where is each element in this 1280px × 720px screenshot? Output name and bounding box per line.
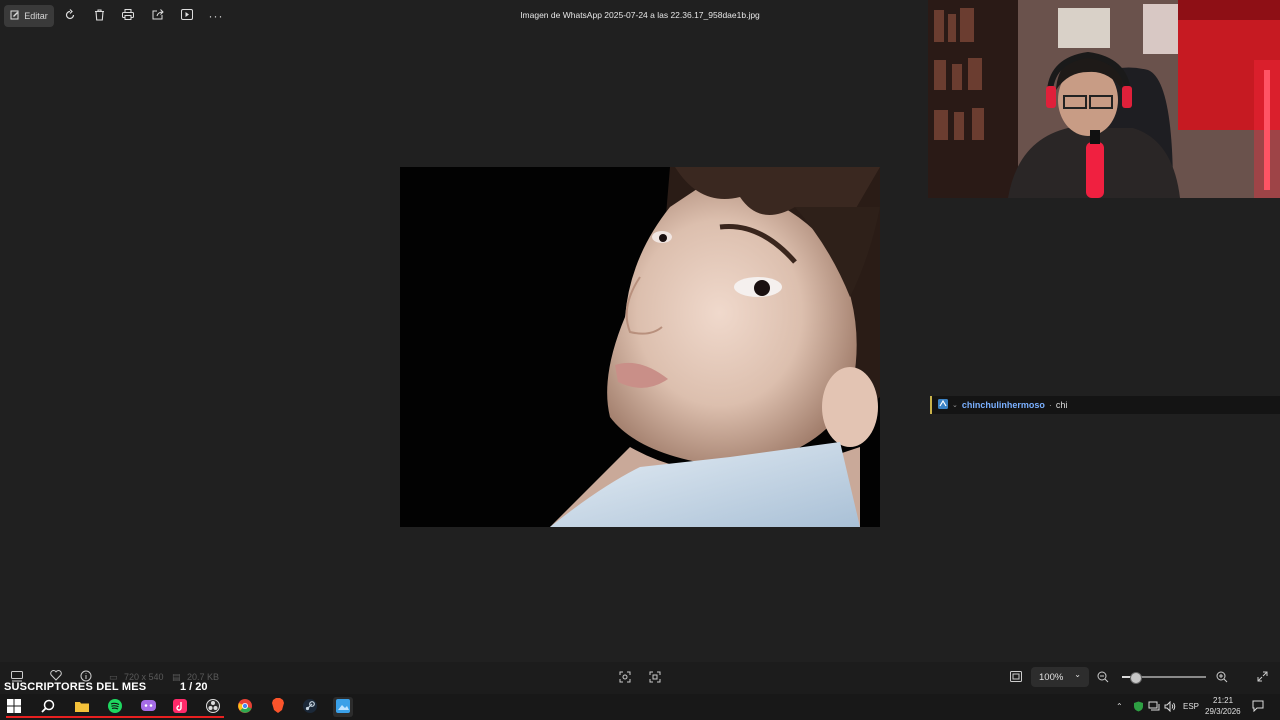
fit-icon <box>619 671 631 686</box>
taskbar-obs[interactable] <box>203 697 223 717</box>
edit-icon <box>10 10 20 22</box>
chrome-icon <box>238 698 252 716</box>
chat-message: ⌄ chinchulinhermoso · chi <box>930 396 1280 414</box>
rotate-button[interactable] <box>59 5 81 27</box>
rotate-icon <box>64 8 76 24</box>
taskbar-spotify[interactable] <box>105 697 125 717</box>
clock-time[interactable]: 21:21 <box>1213 696 1233 705</box>
crop-icon <box>649 671 661 686</box>
chat-separator: · <box>1048 400 1052 410</box>
zoom-out-button[interactable] <box>1097 671 1109 686</box>
taskbar-steam[interactable] <box>300 697 320 717</box>
taskbar-photos[interactable] <box>333 697 353 717</box>
share-button[interactable] <box>147 5 169 27</box>
zoom-level-value: 100% <box>1039 671 1064 683</box>
discord-icon <box>140 699 156 715</box>
taskbar-search[interactable] <box>38 697 58 717</box>
file-title: Imagen de WhatsApp 2025-07-24 a las 22.3… <box>520 10 760 20</box>
zoom-in-icon <box>1216 671 1228 686</box>
actual-size-icon <box>1010 671 1022 685</box>
taskbar-tiktok[interactable] <box>170 697 190 717</box>
actual-size-button[interactable] <box>1010 671 1022 685</box>
photos-icon <box>336 698 350 716</box>
print-button[interactable] <box>117 5 139 27</box>
share-icon <box>152 9 164 23</box>
language-indicator[interactable]: ESP <box>1183 702 1199 711</box>
start-icon <box>7 698 21 716</box>
delete-button[interactable] <box>88 5 110 27</box>
badge-icon <box>938 399 948 411</box>
slideshow-icon <box>181 9 193 23</box>
chevron-up-icon[interactable]: ⌃ <box>1116 702 1123 711</box>
webcam-overlay <box>928 0 1280 198</box>
main-photo <box>400 167 880 527</box>
chevron-icon: ⌄ <box>952 402 958 409</box>
zoom-slider[interactable] <box>1122 672 1206 684</box>
edit-button[interactable]: Editar <box>4 5 54 27</box>
slideshow-button[interactable] <box>176 5 198 27</box>
crop-button[interactable] <box>649 671 661 686</box>
zoom-in-button[interactable] <box>1216 671 1228 686</box>
more-options-button[interactable]: ··· <box>205 5 227 27</box>
spotify-icon <box>108 698 122 716</box>
chat-text: chi <box>1055 400 1068 410</box>
network-icon[interactable] <box>1148 701 1160 715</box>
subscribers-label: SUSCRIPTORES DEL MES <box>4 681 147 693</box>
chat-username[interactable]: chinchulinhermoso <box>962 400 1045 410</box>
zoom-slider-thumb[interactable] <box>1129 672 1142 684</box>
taskbar-discord[interactable] <box>138 697 158 717</box>
notification-icon[interactable] <box>1252 700 1264 715</box>
security-tray-icon[interactable] <box>1133 701 1144 715</box>
tiktok-icon <box>173 698 187 716</box>
file-explorer-icon <box>75 700 89 715</box>
steam-icon <box>303 698 317 716</box>
fit-screen-button[interactable] <box>619 671 631 686</box>
taskbar-chrome[interactable] <box>235 697 255 717</box>
start-button[interactable] <box>4 697 24 717</box>
chevron-down-icon: ⌄ <box>1074 670 1081 679</box>
brave-icon <box>271 698 285 716</box>
printer-icon <box>122 9 134 23</box>
volume-icon[interactable] <box>1164 700 1176 715</box>
expand-icon <box>1257 671 1268 685</box>
edit-label: Editar <box>24 11 48 21</box>
clock-date[interactable]: 29/3/2026 <box>1205 707 1241 716</box>
taskbar-file-explorer[interactable] <box>72 697 92 717</box>
zoom-level-select[interactable]: 100% ⌄ <box>1031 667 1089 687</box>
trash-icon <box>94 8 105 24</box>
search-icon <box>41 699 55 716</box>
subscribers-count: 1 / 20 <box>180 681 208 693</box>
taskbar-brave[interactable] <box>268 697 288 717</box>
obs-icon <box>206 698 220 716</box>
zoom-out-icon <box>1097 671 1109 686</box>
more-icon: ··· <box>208 9 224 23</box>
fullscreen-button[interactable] <box>1257 671 1268 685</box>
